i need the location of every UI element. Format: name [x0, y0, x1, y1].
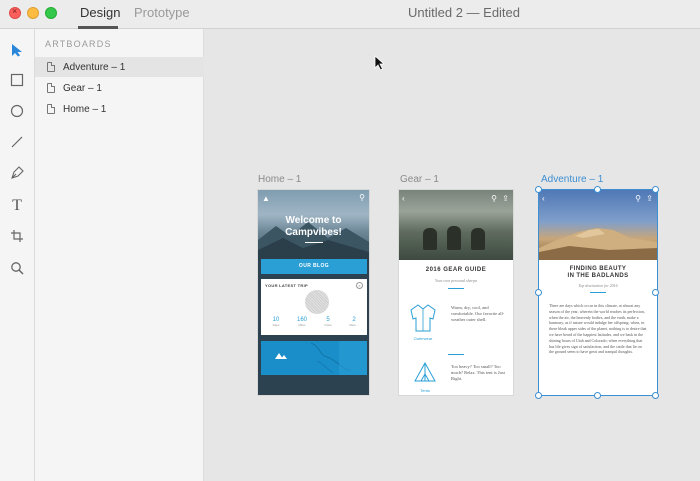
person-silhouette — [447, 226, 461, 250]
resize-handle-right[interactable] — [652, 289, 659, 296]
resize-handle-bottom[interactable] — [594, 392, 601, 399]
outerwear-description: Warm, dry, cool, and comfortable. Our fa… — [451, 305, 505, 322]
search-icon: ⚲ — [359, 193, 365, 202]
rectangle-tool-button[interactable] — [8, 71, 26, 89]
ellipse-icon — [10, 104, 24, 118]
close-circle-icon: × — [356, 282, 363, 289]
artboard-page-icon — [47, 62, 55, 72]
stat-miles: 160 Miles — [293, 317, 311, 327]
layer-item-gear[interactable]: Gear – 1 — [35, 78, 204, 98]
select-tool-button[interactable] — [8, 41, 26, 59]
latest-trip-card: YOUR LATEST TRIP × 10 Days 160 Miles 5 C… — [261, 279, 367, 335]
artboard-home[interactable]: ▲ ⚲ Welcome to Campvibes! OUR BLOG YOUR … — [258, 190, 369, 395]
document-title: Untitled 2 — Edited — [408, 5, 521, 20]
article-body: There are days which occur in this clima… — [549, 303, 647, 355]
article-title: FINDING BEAUTY IN THE BADLANDS — [567, 266, 629, 279]
stat-label: Days — [272, 323, 280, 327]
artboard-gear[interactable]: ‹ ⚲ ⇪ 2016 GEAR GUIDE Your own personal … — [399, 190, 513, 395]
artboard-label-adventure[interactable]: Adventure – 1 — [541, 174, 603, 185]
resize-handle-bottom-left[interactable] — [535, 392, 542, 399]
maximize-window-button[interactable] — [45, 7, 57, 19]
minimize-window-button[interactable] — [27, 7, 39, 19]
back-chevron-icon: ‹ — [542, 194, 545, 203]
card-title: YOUR LATEST TRIP — [265, 283, 308, 288]
line-tool-button[interactable] — [8, 133, 26, 151]
pen-tool-button[interactable] — [8, 164, 26, 182]
stat-cities: 5 Cities — [319, 317, 337, 327]
trip-avatar — [305, 290, 329, 314]
tents-description: Too heavy? Too small? Too much? Relax. T… — [451, 364, 505, 381]
stat-memories: 2 Mem... — [345, 317, 363, 327]
mouse-cursor-icon — [374, 55, 385, 71]
artboard-tool-button[interactable] — [8, 227, 26, 245]
section-rule — [448, 354, 464, 355]
tents-label: Tents — [420, 388, 430, 393]
layers-panel: ARTBOARDS Adventure – 1 Gear – 1 Home – … — [35, 29, 204, 481]
title-rule — [590, 292, 606, 293]
welcome-heading: Welcome to Campvibes! — [285, 215, 342, 238]
rectangle-icon — [10, 73, 24, 87]
article-subtitle: Top destination for 2016 — [578, 283, 618, 288]
resize-handle-top-right[interactable] — [652, 186, 659, 193]
resize-handle-top-left[interactable] — [535, 186, 542, 193]
layer-item-label: Adventure – 1 — [63, 61, 126, 73]
heading-underline — [305, 242, 323, 243]
map-illustration — [275, 341, 367, 375]
artboard-label-gear[interactable]: Gear – 1 — [400, 174, 439, 185]
close-icon: × — [12, 6, 18, 16]
pointer-icon — [12, 44, 22, 57]
gear-guide-subtitle: Your own personal sherpa — [435, 278, 477, 283]
share-icon: ⇪ — [646, 194, 653, 203]
zoom-tool-button[interactable] — [8, 259, 26, 277]
artboard-page-icon — [47, 104, 55, 114]
jacket-icon — [410, 304, 436, 332]
artboards-heading: ARTBOARDS — [45, 39, 112, 49]
artboard-label-home[interactable]: Home – 1 — [258, 174, 301, 185]
title-bar: × Design Prototype Untitled 2 — Edited — [0, 0, 700, 29]
pen-icon — [11, 166, 24, 179]
campers-photo: ‹ ⚲ ⇪ — [399, 190, 513, 260]
stat-label: Cities — [324, 323, 332, 327]
close-window-button[interactable]: × — [9, 6, 21, 19]
layer-item-label: Gear – 1 — [63, 82, 102, 94]
resize-handle-bottom-right[interactable] — [652, 392, 659, 399]
stat-label: Miles — [298, 323, 306, 327]
search-icon: ⚲ — [491, 194, 497, 203]
tab-prototype[interactable]: Prototype — [134, 5, 190, 20]
resize-handle-left[interactable] — [535, 289, 542, 296]
person-silhouette — [471, 228, 485, 250]
text-tool-button[interactable]: T — [8, 197, 26, 215]
search-icon: ⚲ — [635, 194, 641, 203]
our-blog-button: OUR BLOG — [261, 259, 367, 274]
line-icon — [11, 136, 23, 148]
layer-item-home[interactable]: Home – 1 — [35, 99, 204, 119]
tab-design[interactable]: Design — [80, 5, 120, 20]
map-thumbnail — [261, 341, 367, 375]
outerwear-label: Outerwear — [413, 336, 433, 341]
artboard-adventure[interactable]: ‹ ⚲ ⇪ FINDING BEAUTY IN THE BADLANDS Top… — [539, 190, 657, 395]
back-chevron-icon: ‹ — [402, 194, 405, 203]
artboard-icon — [11, 230, 23, 242]
resize-handle-top[interactable] — [594, 186, 601, 193]
tool-strip: T — [0, 29, 35, 481]
gear-guide-title: 2016 GEAR GUIDE — [425, 267, 487, 273]
title-rule — [448, 288, 464, 289]
person-silhouette — [423, 228, 437, 250]
layer-item-adventure[interactable]: Adventure – 1 — [35, 57, 204, 77]
stat-label: Mem... — [349, 323, 359, 327]
campvibes-logo-icon: ▲ — [262, 194, 270, 203]
magnifier-icon — [11, 262, 24, 275]
ellipse-tool-button[interactable] — [8, 102, 26, 120]
stat-days: 10 Days — [267, 317, 285, 327]
tent-icon — [414, 361, 436, 382]
share-icon: ⇪ — [502, 194, 509, 203]
badlands-photo: ‹ ⚲ ⇪ — [539, 190, 657, 260]
artboard-page-icon — [47, 83, 55, 93]
layer-item-label: Home – 1 — [63, 103, 107, 115]
